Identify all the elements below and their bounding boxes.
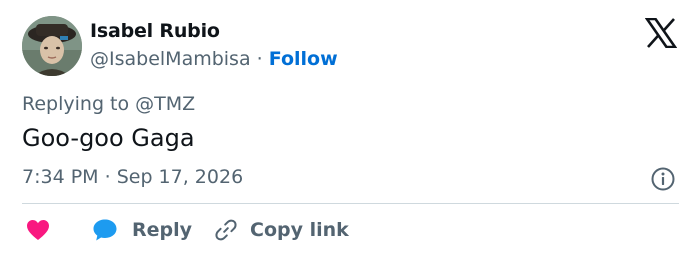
tweet-time: 7:34 PM (22, 166, 99, 188)
author-handle[interactable]: @IsabelMambisa (90, 48, 251, 70)
tweet-date: Sep 17, 2026 (116, 166, 244, 188)
like-button[interactable] (26, 214, 50, 246)
heart-icon (27, 220, 49, 240)
avatar[interactable] (22, 16, 82, 76)
reply-button[interactable]: Reply (92, 214, 192, 246)
copy-link-label: Copy link (250, 219, 349, 241)
x-logo-icon[interactable] (645, 18, 677, 48)
tweet-timestamp[interactable]: 7:34 PM · Sep 17, 2026 (22, 166, 243, 188)
replying-to-label: Replying to (22, 93, 130, 115)
replying-to-mention[interactable]: @TMZ (135, 93, 195, 115)
timestamp-separator: · (104, 166, 111, 188)
replying-to: Replying to @TMZ (22, 93, 195, 115)
speech-bubble-icon (93, 219, 117, 241)
reply-label: Reply (132, 219, 193, 241)
embedded-tweet-card: Isabel Rubio @IsabelMambisa · Follow Rep… (0, 0, 700, 256)
handle-separator: · (256, 48, 263, 70)
tweet-actions: Reply Copy link (22, 214, 679, 246)
author-name[interactable]: Isabel Rubio (90, 20, 220, 42)
info-icon[interactable] (650, 166, 676, 192)
link-icon (215, 219, 237, 241)
follow-button[interactable]: Follow (269, 48, 338, 70)
divider (22, 203, 679, 204)
copy-link-button[interactable]: Copy link (214, 214, 349, 246)
avatar-portrait (22, 16, 82, 76)
author-handle-row: @IsabelMambisa · Follow (90, 48, 338, 70)
tweet-text: Goo-goo Gaga (22, 124, 195, 152)
